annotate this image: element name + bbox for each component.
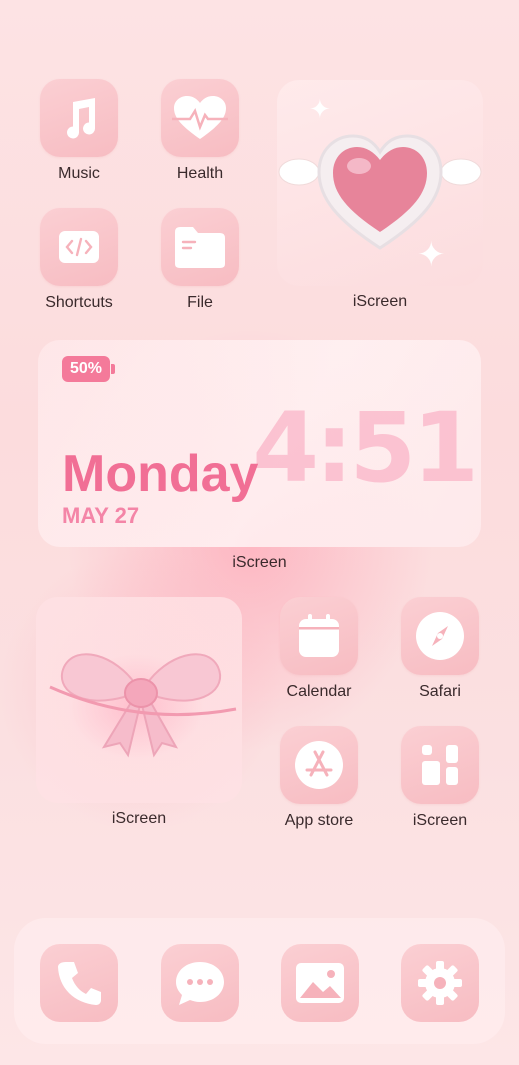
app-calendar[interactable]: Calendar xyxy=(279,597,359,701)
calendar-icon xyxy=(299,614,339,657)
app-shortcuts[interactable]: Shortcuts xyxy=(39,208,119,312)
app-label: Shortcuts xyxy=(45,294,113,311)
music-tile[interactable] xyxy=(40,79,118,157)
dock xyxy=(14,918,505,1044)
app-health[interactable]: Health xyxy=(160,79,240,183)
app-store[interactable]: App store xyxy=(279,726,359,830)
widget-label: iScreen xyxy=(352,293,408,310)
settings-icon xyxy=(418,961,462,1005)
music-note-icon xyxy=(67,98,96,139)
app-label: Calendar xyxy=(286,683,352,700)
safari-tile[interactable] xyxy=(401,597,479,675)
day-text: Monday xyxy=(62,445,259,503)
svg-text:✦: ✦ xyxy=(309,94,331,124)
heart-pulse-icon xyxy=(172,96,228,139)
code-icon xyxy=(59,231,99,263)
dock-settings[interactable] xyxy=(401,944,479,1022)
app-store-tile[interactable] xyxy=(280,726,358,804)
app-file[interactable]: File xyxy=(160,208,240,312)
app-music[interactable]: Music xyxy=(39,79,119,183)
widget-label: iScreen xyxy=(232,554,287,571)
app-store-icon xyxy=(295,741,343,789)
messages-icon xyxy=(176,962,224,1005)
app-label: iScreen xyxy=(412,812,468,829)
app-label: App store xyxy=(284,812,354,829)
dock-photos[interactable] xyxy=(281,944,359,1022)
time-display: 4:51 xyxy=(252,392,479,504)
health-tile[interactable] xyxy=(161,79,239,157)
app-label: Music xyxy=(58,165,100,182)
svg-text:✦: ✦ xyxy=(417,236,446,274)
iscreen-tile[interactable] xyxy=(401,726,479,804)
date-text: MAY 27 xyxy=(62,503,140,528)
app-safari[interactable]: Safari xyxy=(400,597,480,701)
clock-widget[interactable]: 50% 4:51 Monday MAY 27 xyxy=(38,340,481,547)
phone-icon xyxy=(58,962,101,1005)
compass-icon xyxy=(416,612,464,660)
calendar-tile[interactable] xyxy=(280,597,358,675)
bow-icon xyxy=(49,653,237,758)
winged-heart-icon: ✦ ✦ xyxy=(278,94,482,274)
app-label: File xyxy=(187,294,213,311)
photos-icon xyxy=(296,963,344,1003)
bow-widget[interactable] xyxy=(36,597,242,803)
battery-badge: 50% xyxy=(62,356,116,382)
dock-messages[interactable] xyxy=(161,944,239,1022)
dock-phone[interactable] xyxy=(40,944,118,1022)
app-label: Safari xyxy=(419,683,461,700)
widget-label: iScreen xyxy=(111,810,167,827)
app-label: Health xyxy=(176,165,224,182)
folder-icon xyxy=(175,227,225,268)
app-iscreen[interactable]: iScreen xyxy=(400,726,480,830)
file-tile[interactable] xyxy=(161,208,239,286)
shortcuts-tile[interactable] xyxy=(40,208,118,286)
heart-widget[interactable]: ✦ ✦ xyxy=(277,80,483,286)
iscreen-icon xyxy=(422,745,458,785)
